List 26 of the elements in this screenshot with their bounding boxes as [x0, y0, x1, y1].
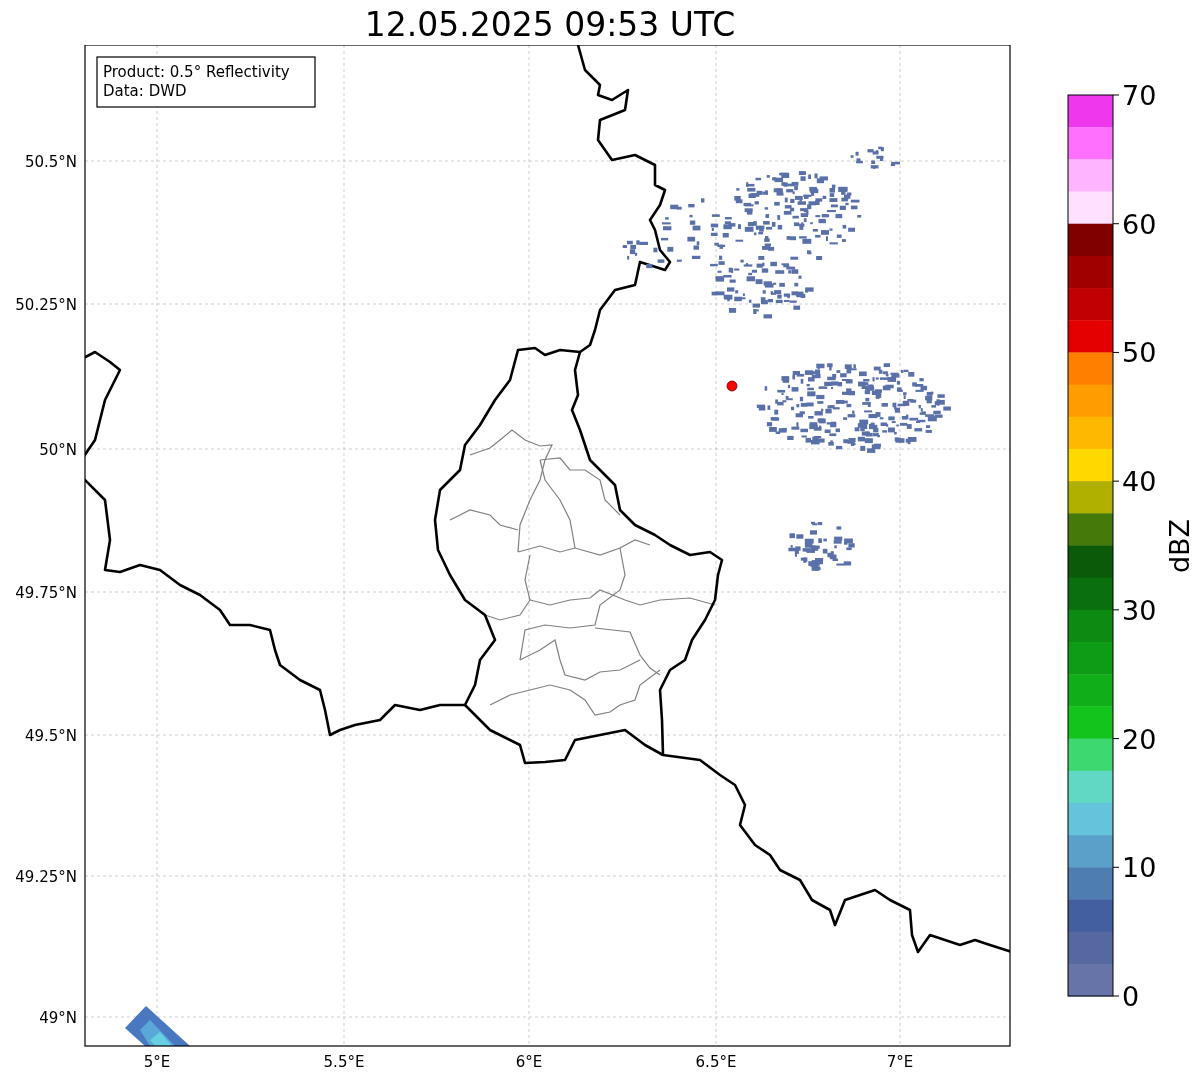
radar-echo-patch	[125, 1006, 190, 1046]
latitude-label: 49.25°N	[15, 868, 77, 886]
latitude-label: 50.5°N	[24, 153, 77, 171]
colorbar-tick-label: 20	[1122, 723, 1157, 755]
latitude-label: 49°N	[39, 1009, 77, 1027]
chart-title: 12.05.2025 09:53 UTC	[364, 4, 736, 46]
longitude-label: 5°E	[143, 1053, 171, 1071]
legend-text: Data: DWD	[103, 82, 187, 100]
colorbar-tick-label: 0	[1122, 981, 1140, 1012]
legend-text: Product: 0.5° Reflectivity	[103, 63, 290, 81]
colorbar-tick-label: 30	[1122, 594, 1157, 626]
longitude-label: 6°E	[515, 1053, 543, 1071]
longitude-label: 6.5°E	[695, 1053, 737, 1071]
latitude-label: 49.75°N	[15, 584, 77, 602]
colorbar-label: dBZ	[1164, 518, 1195, 574]
latitude-label: 49.5°N	[24, 727, 77, 745]
colorbar-tick-label: 60	[1122, 208, 1157, 240]
colorbar-tick-label: 50	[1122, 337, 1157, 369]
longitude-label: 7°E	[886, 1053, 914, 1071]
colorbar-tick-label: 40	[1122, 466, 1157, 498]
latitude-label: 50.25°N	[15, 296, 77, 314]
radar-site-marker	[726, 380, 738, 392]
colorbar-tick-label: 70	[1122, 80, 1157, 111]
latitude-label: 50°N	[39, 441, 77, 459]
colorbar-tick-label: 10	[1122, 852, 1157, 884]
longitude-label: 5.5°E	[323, 1053, 365, 1071]
